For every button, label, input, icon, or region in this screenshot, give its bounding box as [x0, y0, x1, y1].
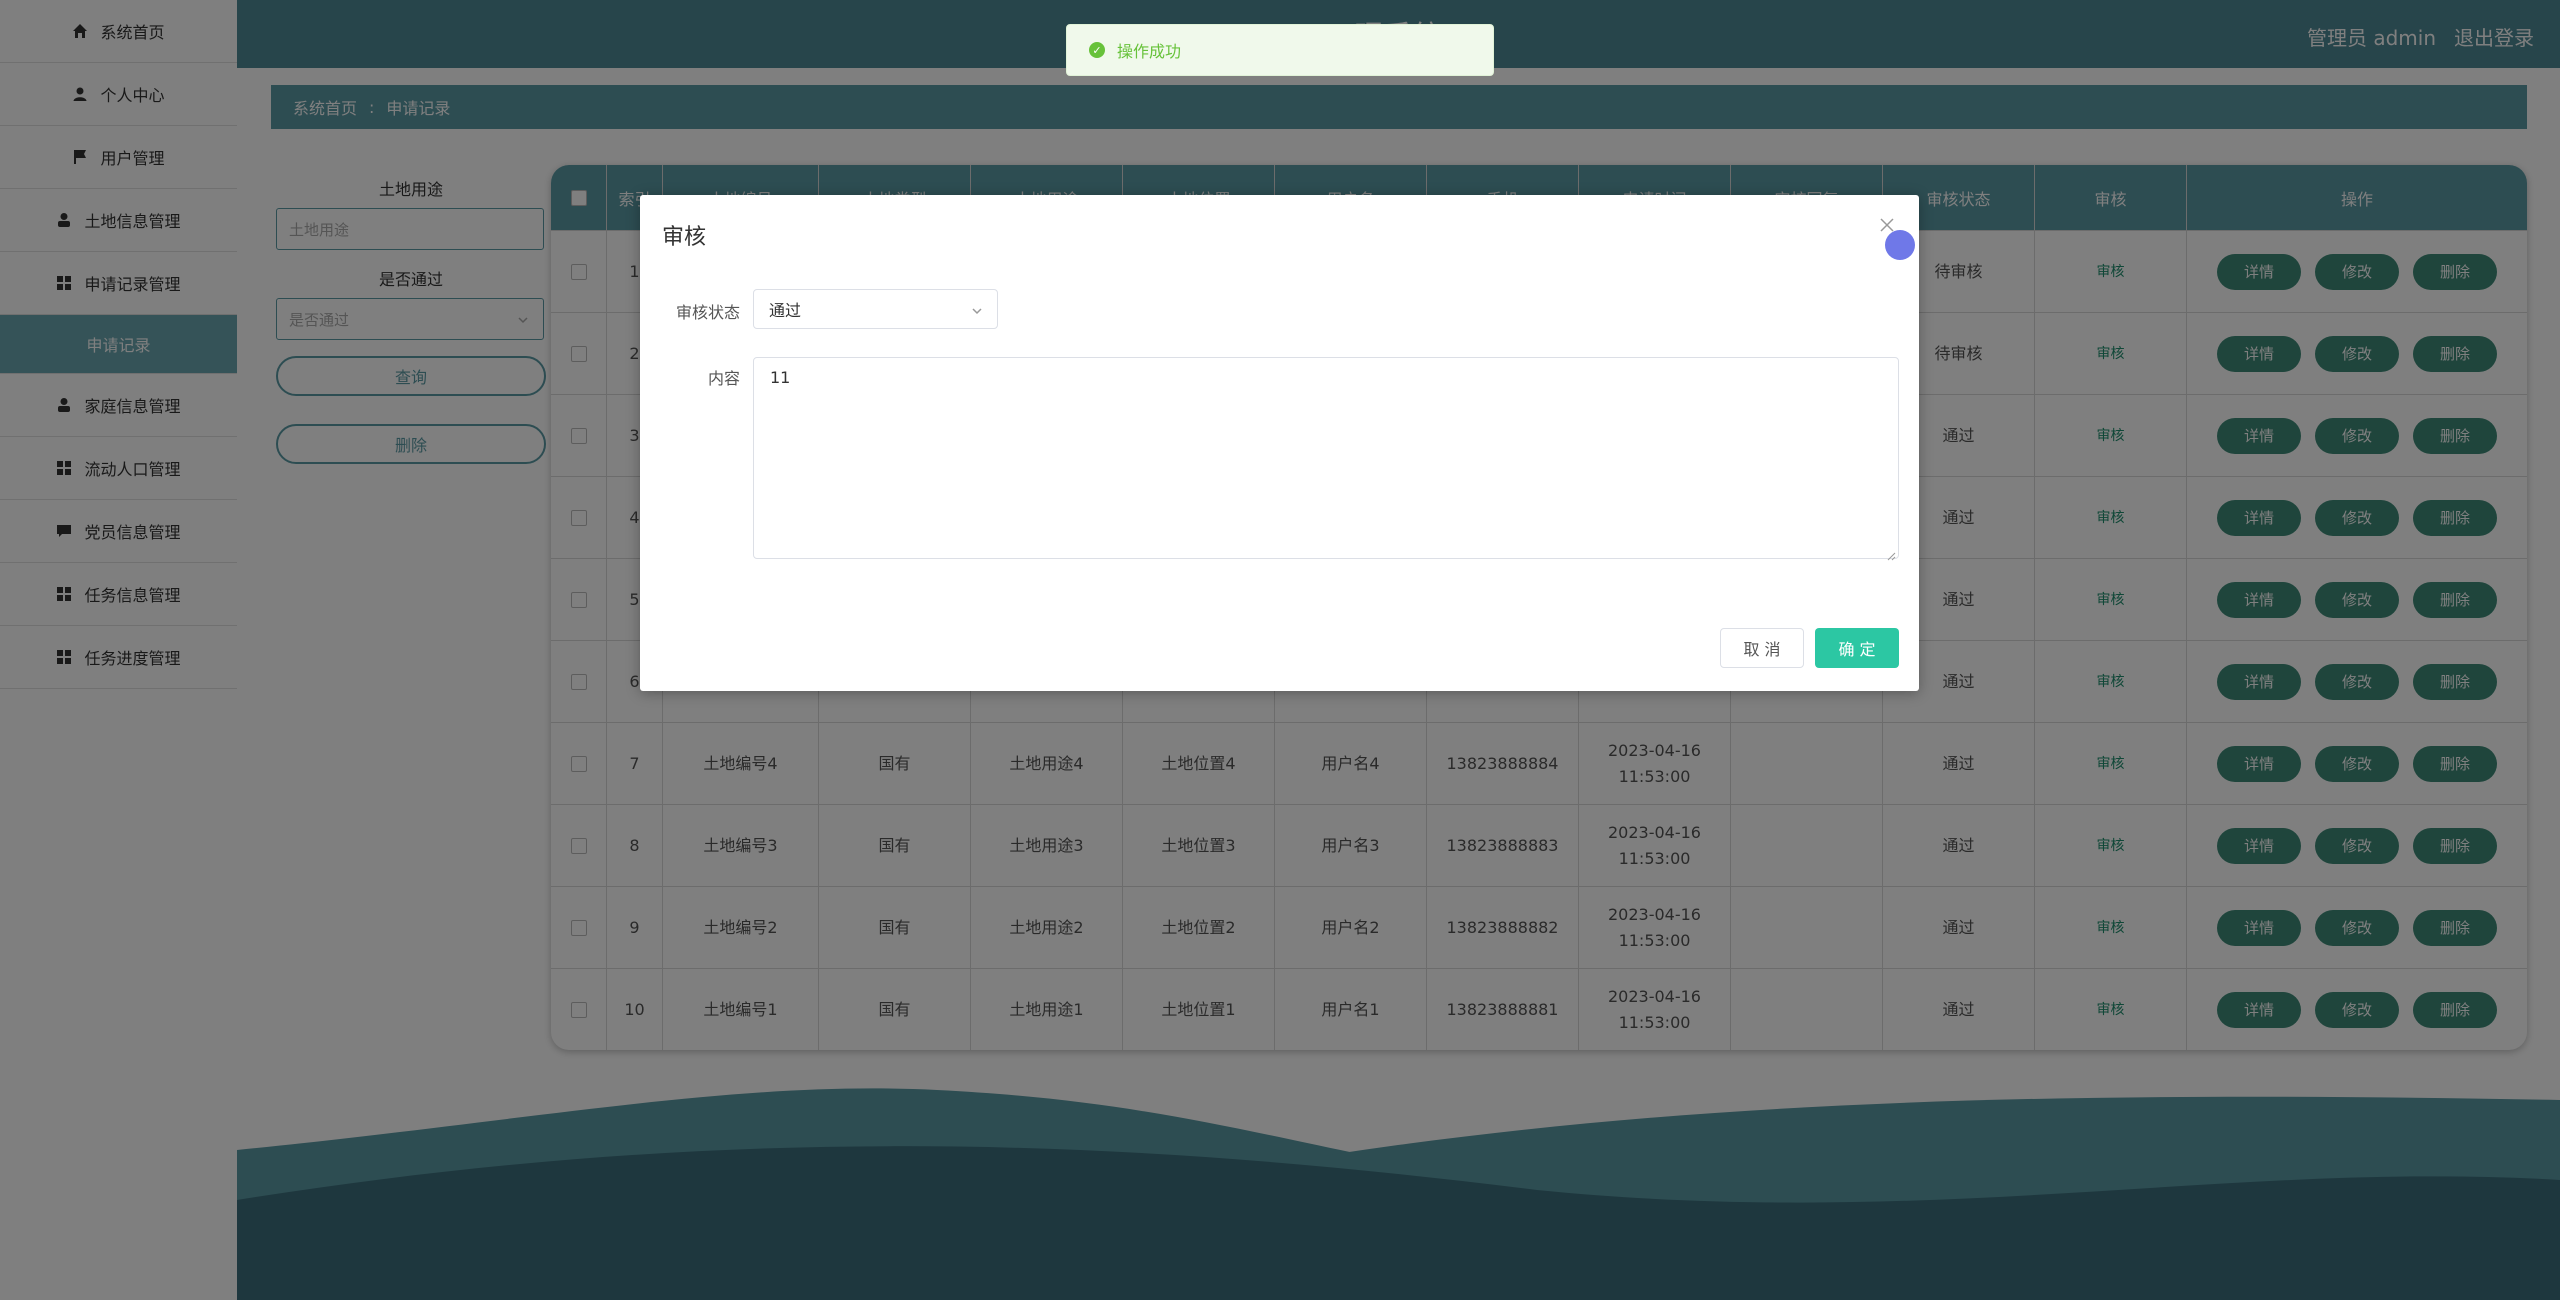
- audit-status-select[interactable]: 通过: [753, 289, 998, 329]
- content-text: 11: [770, 368, 791, 387]
- content-textarea[interactable]: 11: [753, 357, 1899, 561]
- audit-status-value: 通过: [769, 301, 802, 320]
- dialog-title: 审核: [662, 225, 707, 250]
- toast-message: 操作成功: [1117, 42, 1182, 61]
- audit-status-label: 审核状态: [675, 303, 740, 322]
- confirm-button[interactable]: 确 定: [1815, 628, 1899, 668]
- resize-handle-icon[interactable]: [1886, 546, 1896, 561]
- cancel-button[interactable]: 取 消: [1720, 628, 1804, 668]
- check-icon: ✓: [1089, 42, 1105, 58]
- content-label: 内容: [707, 369, 740, 388]
- audit-dialog: 审核 审核状态 通过 内容 11 取 消 确 定: [640, 195, 1919, 691]
- chevron-down-icon: [971, 302, 983, 315]
- success-toast: ✓ 操作成功: [1066, 24, 1494, 76]
- cursor-indicator: [1885, 230, 1915, 260]
